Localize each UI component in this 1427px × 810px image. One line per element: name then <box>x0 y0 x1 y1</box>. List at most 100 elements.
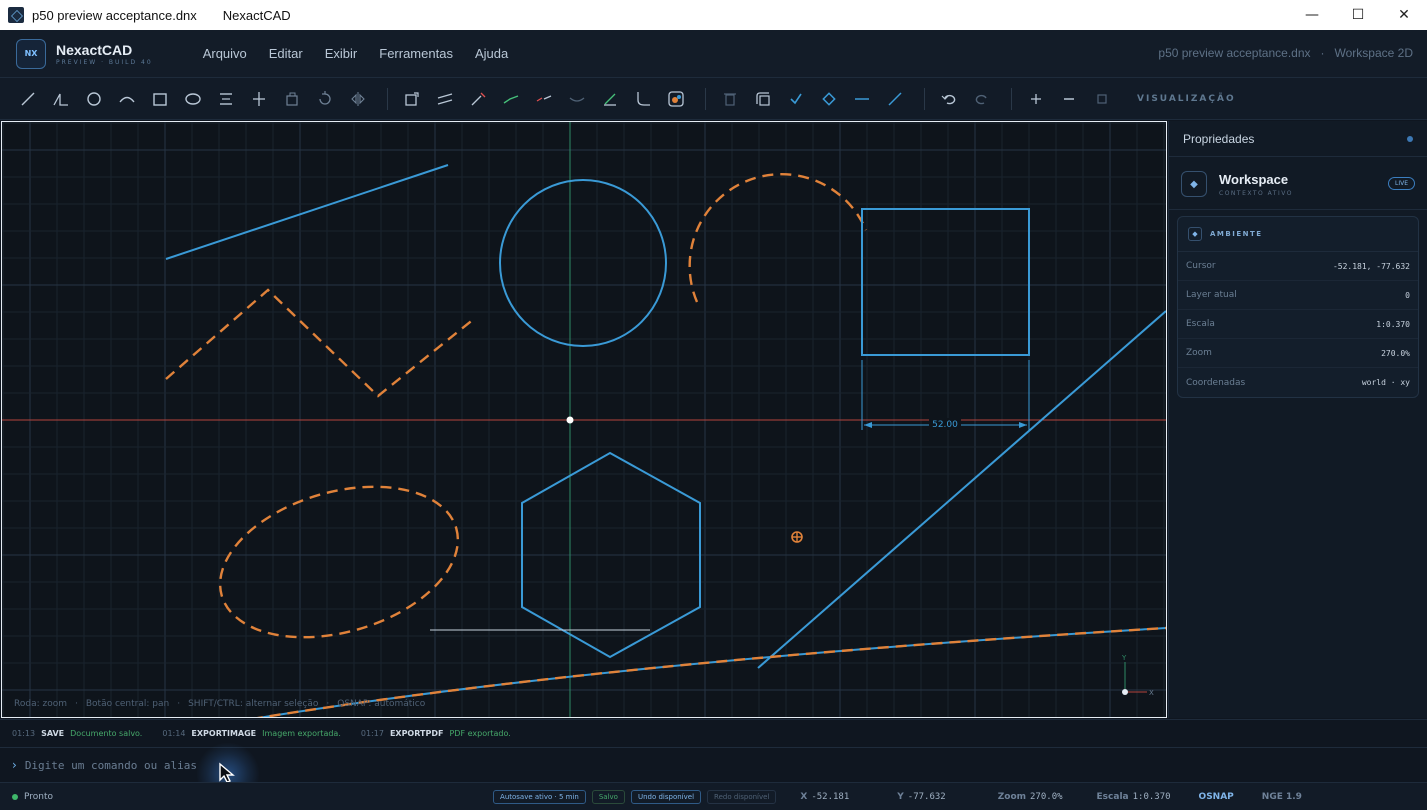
log-message: Documento salvo. <box>70 729 143 738</box>
zoom-in-button[interactable] <box>1022 85 1050 113</box>
chamfer-icon <box>604 93 616 106</box>
canvas-svg[interactable]: 52.00 Y X <box>2 122 1166 717</box>
property-key: Coordenadas <box>1186 377 1246 388</box>
prompt-chevron-icon: › <box>12 758 17 772</box>
line-entity[interactable] <box>165 164 449 260</box>
osnap-toggle[interactable]: OSNAP <box>1199 792 1234 802</box>
toolbar-divider <box>1011 87 1012 110</box>
log-message: Imagem exportada. <box>262 729 341 738</box>
hatch-tool[interactable] <box>662 85 690 113</box>
redo-chip[interactable]: Redo disponível <box>707 789 777 804</box>
status-dot-icon <box>1407 135 1413 142</box>
brand-subtitle: PREVIEW · BUILD 40 <box>56 58 153 66</box>
polar-tool[interactable] <box>881 85 909 113</box>
status-x-label: X <box>800 791 808 802</box>
text-tool[interactable] <box>212 85 240 113</box>
mirror-tool[interactable] <box>344 85 372 113</box>
layer-tool[interactable] <box>749 85 777 113</box>
drawing-canvas[interactable]: 52.00 Y X Roda: zoom · Botão central: pa… <box>1 121 1167 718</box>
ortho-tool[interactable] <box>848 85 876 113</box>
diagonal-line-entity[interactable] <box>757 310 1166 669</box>
check-tool[interactable] <box>782 85 810 113</box>
line-tool[interactable] <box>14 85 42 113</box>
menu-exibir[interactable]: Exibir <box>325 46 358 61</box>
status-bar: Pronto Autosave ativo · 5 min Salvo Undo… <box>0 782 1427 810</box>
status-y-label: Y <box>897 791 904 802</box>
hint-separator: · <box>326 699 330 709</box>
minimize-button[interactable]: — <box>1289 0 1335 30</box>
breadcrumb-separator: · <box>1320 46 1325 60</box>
fillet-tool[interactable] <box>629 85 657 113</box>
break-tool[interactable] <box>530 85 558 113</box>
chamfer-tool[interactable] <box>596 85 624 113</box>
ready-dot-icon <box>12 793 18 800</box>
scale-icon <box>405 91 419 106</box>
brand: NexactCAD PREVIEW · BUILD 40 <box>56 42 153 66</box>
circle-icon <box>87 91 101 106</box>
property-value: 1:0.370 <box>1376 319 1410 329</box>
environment-icon: ◆ <box>1188 227 1202 241</box>
log-time: 01:13 <box>12 729 36 738</box>
toolbar-divider <box>387 87 388 110</box>
polyline-tool[interactable] <box>47 85 75 113</box>
status-x: X -52.181 <box>800 792 849 802</box>
saved-chip: Salvo <box>591 789 625 804</box>
extend-tool[interactable] <box>497 85 525 113</box>
circle-tool[interactable] <box>80 85 108 113</box>
offset-tool[interactable] <box>431 85 459 113</box>
environment-header: ◆ AMBIENTE <box>1178 217 1418 252</box>
polar-icon <box>888 91 902 106</box>
zoom-out-button[interactable] <box>1055 85 1083 113</box>
hint-separator: · <box>74 699 78 709</box>
snap-point-tool[interactable] <box>815 85 843 113</box>
move-tool[interactable] <box>245 85 273 113</box>
status-scale-value: 1:0.370 <box>1132 791 1171 802</box>
property-key: Escala <box>1186 319 1215 329</box>
menu-ferramentas[interactable]: Ferramentas <box>379 46 453 61</box>
plus-icon <box>1031 93 1041 104</box>
zoom-extents-button[interactable] <box>1088 85 1116 113</box>
rectangle-tool[interactable] <box>146 85 174 113</box>
copy-tool[interactable] <box>278 85 306 113</box>
maximize-button[interactable]: ☐ <box>1335 0 1381 30</box>
log-command: EXPORTIMAGE <box>191 729 257 738</box>
property-value: world · xy <box>1361 378 1410 387</box>
close-button[interactable]: ✕ <box>1381 0 1427 30</box>
workspace-icon: ◆ <box>1181 171 1207 197</box>
origin-point <box>566 416 574 424</box>
status-mode: Pronto <box>12 792 53 802</box>
trim-tool[interactable] <box>464 85 492 113</box>
autosave-chip[interactable]: Autosave ativo · 5 min <box>493 789 586 804</box>
redo-button[interactable] <box>968 85 996 113</box>
menu-arquivo[interactable]: Arquivo <box>203 46 247 61</box>
main-menu: Arquivo Editar Exibir Ferramentas Ajuda <box>203 46 531 61</box>
breadcrumb: p50 preview acceptance.dnx · Workspace 2… <box>1158 46 1413 60</box>
status-y-value: -77.632 <box>907 791 946 802</box>
brand-name: NexactCAD <box>56 41 133 58</box>
ellipse-tool[interactable] <box>179 85 207 113</box>
menu-ajuda[interactable]: Ajuda <box>475 46 508 61</box>
undo-chip[interactable]: Undo disponível <box>630 789 702 804</box>
status-zoom-label: Zoom <box>997 791 1027 802</box>
mouse-cursor-icon <box>219 762 235 783</box>
rotate-tool[interactable] <box>311 85 339 113</box>
property-row-coordinates: Coordenadas world · xy <box>1178 368 1418 397</box>
polyline-entity[interactable] <box>165 288 476 398</box>
workspace-card[interactable]: ◆ Workspace CONTEXTO ATIVO LIVE <box>1169 157 1427 210</box>
status-y: Y -77.632 <box>897 792 945 802</box>
scale-tool[interactable] <box>398 85 426 113</box>
property-row-layer: Layer atual 0 <box>1178 281 1418 310</box>
trim-icon <box>471 92 486 105</box>
delete-tool[interactable] <box>716 85 744 113</box>
arc-tool[interactable] <box>113 85 141 113</box>
rectangle-icon <box>153 92 167 106</box>
undo-button[interactable] <box>935 85 963 113</box>
ucs-x-label: X <box>1149 689 1154 697</box>
status-chips: Autosave ativo · 5 min Salvo Undo dispon… <box>493 789 782 804</box>
status-mode-label: Pronto <box>24 791 54 802</box>
menu-editar[interactable]: Editar <box>269 46 303 61</box>
circle-entity[interactable] <box>499 179 667 347</box>
hint-separator: · <box>177 699 181 709</box>
command-input[interactable] <box>24 753 625 777</box>
join-tool[interactable] <box>563 85 591 113</box>
